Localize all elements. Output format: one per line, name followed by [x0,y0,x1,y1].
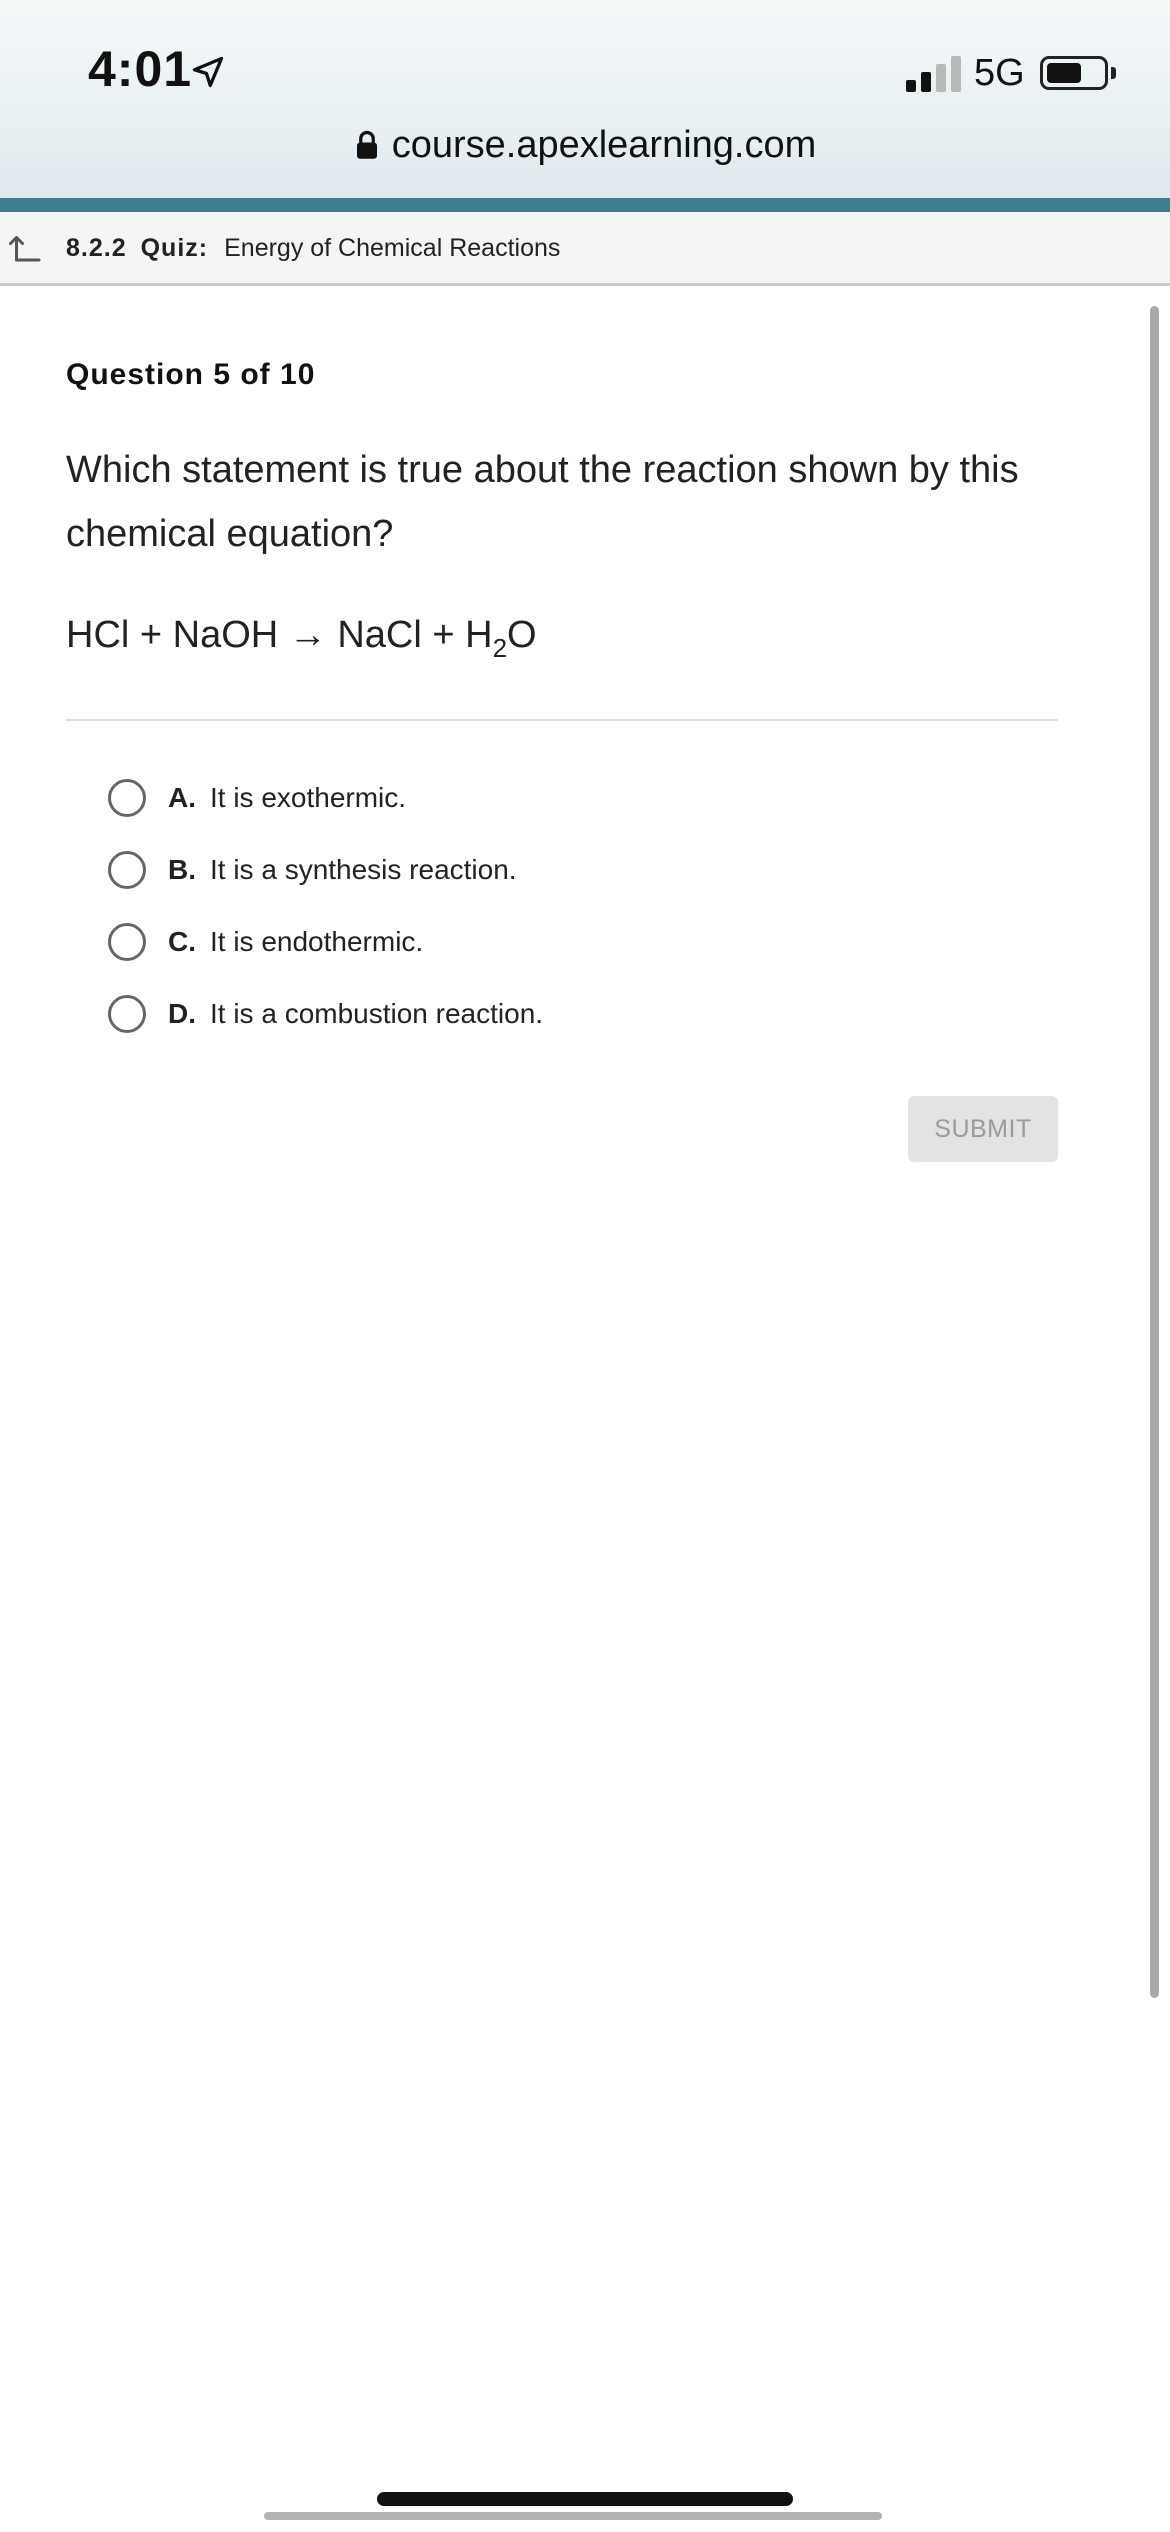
question-prompt: Which statement is true about the reacti… [66,449,1019,555]
equation-reactants: HCl + NaOH [66,614,279,656]
signal-bars-icon [906,54,962,92]
chemical-equation: HCl + NaOH → NaCl + H2O [66,614,537,664]
option-a[interactable]: A. It is exothermic. [108,762,1008,834]
option-c[interactable]: C. It is endothermic. [108,906,1008,978]
radio-button[interactable] [108,779,146,817]
answer-options: A. It is exothermic. B. It is a synthesi… [108,762,1008,1050]
browser-top-bar: 4:01 5G course.apexlearning.com [0,0,1170,198]
option-letter: B. [168,854,196,885]
question-counter: Question 5 of 10 [66,358,316,391]
url-text: course.apexlearning.com [391,124,817,166]
option-letter: C. [168,926,196,957]
battery-tip [1111,67,1116,79]
breadcrumb: 8.2.2 Quiz: Energy of Chemical Reactions [0,212,1170,286]
battery-icon [1040,56,1108,90]
submit-button[interactable]: SUBMIT [908,1096,1058,1162]
page-scrollbar[interactable] [1150,306,1159,1998]
option-text: It is exothermic. [210,782,407,813]
radio-button[interactable] [108,995,146,1033]
return-arrow-icon[interactable] [6,230,42,266]
activity-type: Quiz: [140,234,209,262]
status-time: 4:01 [88,41,193,97]
divider [66,719,1058,721]
network-type: 5G [974,52,1025,94]
activity-title: Energy of Chemical Reactions [224,234,561,262]
equation-products: NaCl + H2O [337,614,537,663]
equation-subscript: 2 [492,633,508,663]
option-letter: D. [168,998,196,1029]
section-number: 8.2.2 [66,234,127,262]
address-bar[interactable]: course.apexlearning.com [0,124,1170,167]
option-text: It is endothermic. [210,926,424,957]
option-d[interactable]: D. It is a combustion reaction. [108,978,1008,1050]
option-letter: A. [168,782,196,813]
screen: 4:01 5G course.apexlearning.com 8.2.2 Qu… [0,0,1170,2532]
breadcrumb-text: 8.2.2 Quiz: Energy of Chemical Reactions [66,234,560,263]
radio-button[interactable] [108,923,146,961]
radio-button[interactable] [108,851,146,889]
location-arrow-icon [192,56,224,88]
lock-icon [356,130,377,159]
battery-level [1047,63,1081,83]
horizontal-scrollbar[interactable] [264,2512,882,2520]
option-text: It is a synthesis reaction. [210,854,517,885]
equation-arrow: → [288,614,327,656]
option-text: It is a combustion reaction. [210,998,544,1029]
option-b[interactable]: B. It is a synthesis reaction. [108,834,1008,906]
home-indicator[interactable] [377,2492,793,2506]
accent-stripe [0,198,1170,212]
